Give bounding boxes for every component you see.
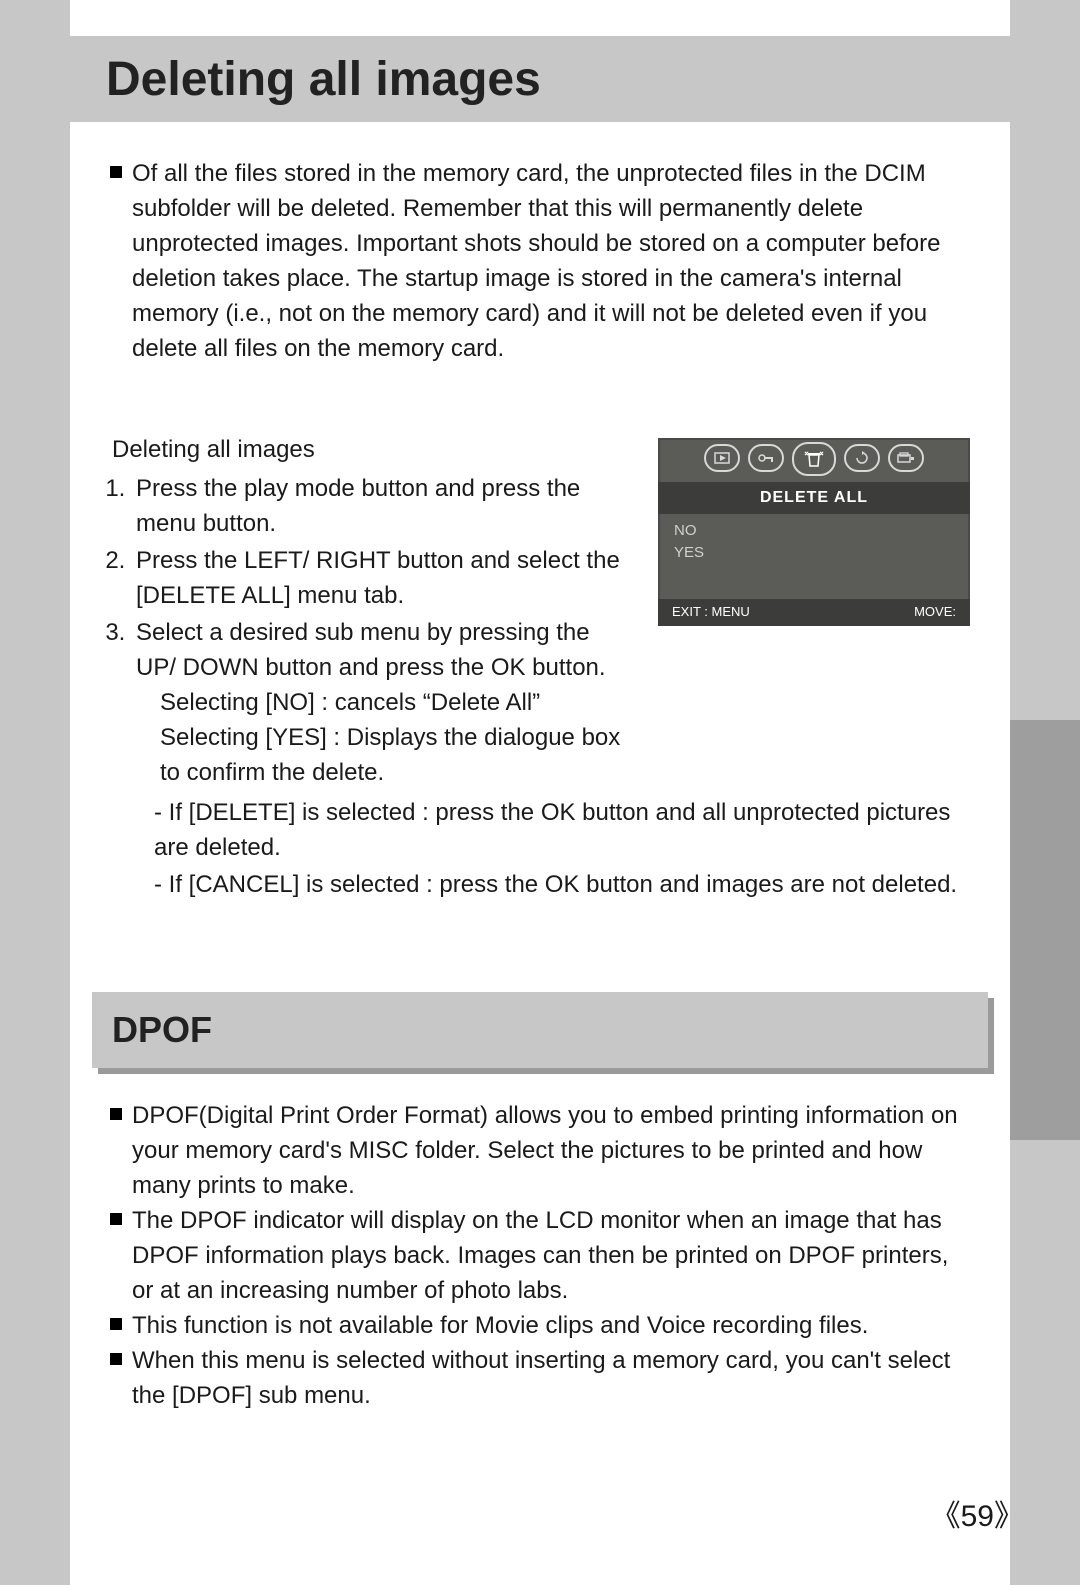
lcd-menu-header: DELETE ALL <box>658 482 970 513</box>
delete-tab-icon <box>792 442 836 476</box>
dpof-bullet-3: This function is not available for Movie… <box>110 1308 970 1343</box>
section2-body: DPOF(Digital Print Order Format) allows … <box>110 1098 970 1413</box>
slideshow-tab-icon <box>704 444 740 472</box>
after-cancel-note: - If [CANCEL] is selected : press the OK… <box>154 867 970 902</box>
lcd-options: NO YES <box>658 514 970 565</box>
dpof-bullet-4: When this menu is selected without inser… <box>110 1343 970 1413</box>
after-delete-note: - If [DELETE] is selected : press the OK… <box>154 795 970 865</box>
dpof-bullet-2: The DPOF indicator will display on the L… <box>110 1203 970 1308</box>
lcd-footer: EXIT : MENU MOVE: <box>658 599 970 626</box>
lcd-option-no: NO <box>674 520 954 543</box>
section2-title: DPOF <box>112 1009 212 1051</box>
page-gutter-left <box>0 0 70 1585</box>
section2-title-bar: DPOF <box>92 992 988 1068</box>
steps-block: Deleting all images Press the play mode … <box>110 432 970 901</box>
page-content: Deleting all images Of all the files sto… <box>70 0 1010 1585</box>
steps-list: Press the play mode button and press the… <box>132 471 634 790</box>
protect-tab-icon <box>748 444 784 472</box>
select-no-line: Selecting [NO] : cancels “Delete All” <box>160 685 634 720</box>
step-3-text: Select a desired sub menu by pressing th… <box>136 619 606 681</box>
step-1: Press the play mode button and press the… <box>132 471 634 541</box>
step-2: Press the LEFT/ RIGHT button and select … <box>132 543 634 613</box>
section1-intro: Of all the files stored in the memory ca… <box>110 156 970 366</box>
camera-lcd-screenshot: DELETE ALL NO YES EXIT : MENU MOVE: <box>658 438 970 626</box>
page-number: 《59》 <box>931 1491 1024 1535</box>
lcd-footer-move: MOVE: <box>914 603 956 622</box>
lcd-footer-exit: EXIT : MENU <box>672 603 750 622</box>
steps-title: Deleting all images <box>112 432 634 467</box>
step-3: Select a desired sub menu by pressing th… <box>132 615 634 790</box>
select-yes-line: Selecting [YES] : Displays the dialogue … <box>160 720 634 790</box>
rotate-tab-icon <box>844 444 880 472</box>
dpof-tab-icon <box>888 444 924 472</box>
dpof-bullet-1: DPOF(Digital Print Order Format) allows … <box>110 1098 970 1203</box>
section-title-bar: Deleting all images <box>70 36 1010 122</box>
section-title: Deleting all images <box>106 52 541 107</box>
lcd-option-yes: YES <box>674 542 954 565</box>
page-number-value: 59 <box>961 1500 994 1533</box>
side-tab <box>1010 720 1080 1140</box>
lcd-tab-icons <box>658 438 970 482</box>
intro-bullet: Of all the files stored in the memory ca… <box>110 156 970 366</box>
